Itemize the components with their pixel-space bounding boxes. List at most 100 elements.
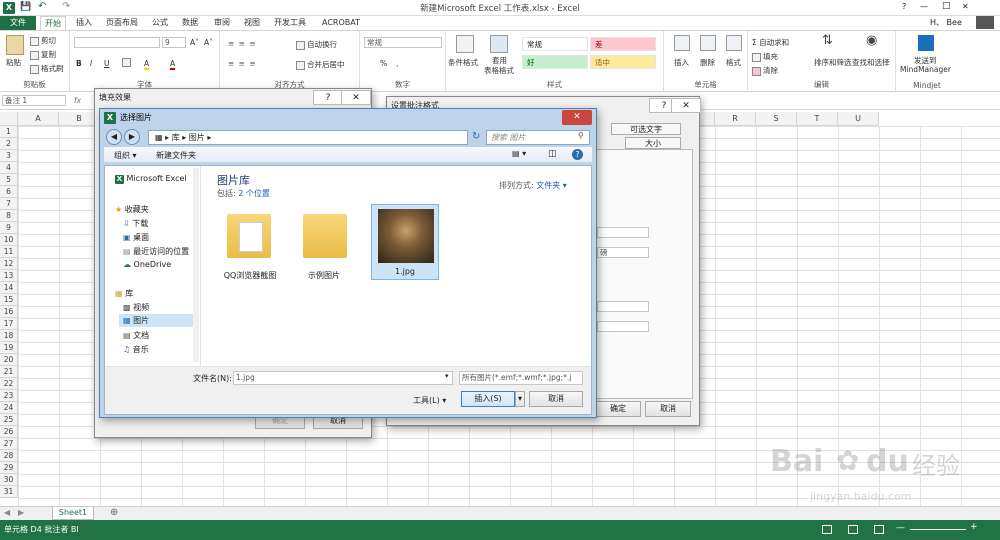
image-item-selected[interactable]: 1.jpg [371, 204, 439, 280]
row-header[interactable]: 21 [0, 366, 18, 378]
style-neutral[interactable]: 适中 [590, 55, 656, 69]
page-layout-icon[interactable] [848, 525, 858, 534]
row-header[interactable]: 29 [0, 462, 18, 474]
grow-font-button[interactable]: A˄ [190, 38, 199, 47]
row-header[interactable]: 18 [0, 330, 18, 342]
tab-insert[interactable]: 插入 [72, 16, 96, 30]
nav-pictures[interactable]: ▦ 图片 [119, 314, 199, 327]
row-header[interactable]: 10 [0, 234, 18, 246]
folder-item[interactable] [225, 210, 273, 264]
row-header[interactable]: 7 [0, 198, 18, 210]
mindmanager-icon[interactable] [918, 35, 934, 51]
tools-button[interactable]: 工具(L) ▾ [413, 395, 446, 406]
locations-link[interactable]: 2 个位置 [238, 189, 270, 198]
user-name[interactable]: H、 Bee [930, 17, 962, 28]
avatar[interactable] [976, 16, 994, 29]
nav-excel[interactable]: X Microsoft Excel [115, 174, 187, 184]
format-comment-ok-button[interactable]: 确定 [595, 401, 641, 417]
row-header[interactable]: 31 [0, 486, 18, 498]
row-header[interactable]: 16 [0, 306, 18, 318]
row-header[interactable]: 23 [0, 390, 18, 402]
nav-music[interactable]: ♫ 音乐 [123, 344, 149, 355]
select-all-corner[interactable] [0, 112, 18, 126]
row-header[interactable]: 27 [0, 438, 18, 450]
line-style-combo[interactable] [597, 227, 649, 238]
column-header[interactable]: U [838, 112, 879, 126]
arrow-end-combo[interactable] [597, 321, 649, 332]
folder-label[interactable]: QQ浏览器截图 [215, 270, 285, 281]
border-button[interactable] [122, 57, 133, 67]
align-left-icons[interactable]: ≡ ≡ ≡ [228, 59, 257, 68]
fill-button[interactable]: 填充 [752, 51, 778, 62]
find-select-button[interactable]: 查找和选择 [852, 57, 890, 68]
merge-center-button[interactable]: 合并后居中 [296, 59, 345, 70]
page-break-icon[interactable] [874, 525, 884, 534]
mindmanager-button[interactable]: MindManager [900, 65, 951, 74]
row-header[interactable]: 19 [0, 342, 18, 354]
close-button[interactable]: ✕ [962, 2, 969, 11]
row-header[interactable]: 14 [0, 282, 18, 294]
help-icon[interactable]: ? [572, 149, 583, 160]
copy-button[interactable]: 复制 [30, 49, 56, 60]
file-type-filter[interactable]: 所有图片(*.emf;*.wmf;*.jpg;*.j [459, 371, 583, 385]
zoom-out-button[interactable]: — [896, 523, 905, 533]
style-good[interactable]: 好 [522, 55, 588, 69]
nav-library[interactable]: ▦ 库 [115, 288, 133, 299]
organize-button[interactable]: 组织 ▾ [114, 150, 137, 161]
tab-page-layout[interactable]: 页面布局 [102, 16, 142, 30]
format-comment-cancel-button[interactable]: 取消 [645, 401, 691, 417]
font-size-combo[interactable]: 9 [162, 37, 186, 48]
delete-cells-button[interactable]: 删除 [700, 57, 715, 68]
tab-home[interactable]: 开始 [40, 16, 66, 30]
search-icon[interactable]: ⚲ [578, 131, 584, 140]
tab-size[interactable]: 大小 [625, 137, 681, 149]
shrink-font-button[interactable]: A˅ [204, 38, 213, 47]
scroll-left-icon[interactable]: ◀ [4, 508, 10, 517]
row-header[interactable]: 13 [0, 270, 18, 282]
column-header[interactable]: R [715, 112, 756, 126]
nav-favorites[interactable]: ★ 收藏夹 [115, 204, 149, 215]
nav-desktop[interactable]: ▣ 桌面 [123, 232, 149, 243]
row-header[interactable]: 17 [0, 318, 18, 330]
row-header[interactable]: 9 [0, 222, 18, 234]
autosum-button[interactable]: Σ 自动求和 [752, 37, 789, 48]
row-header[interactable]: 4 [0, 162, 18, 174]
filename-input[interactable]: 1.jpg [233, 371, 453, 385]
format-comment-close-button[interactable]: ✕ [671, 98, 701, 113]
row-header[interactable]: 24 [0, 402, 18, 414]
insert-cells-button[interactable]: 插入 [674, 57, 689, 68]
normal-view-icon[interactable] [822, 525, 832, 534]
font-name-combo[interactable] [74, 37, 160, 48]
fill-effects-close-button[interactable]: ✕ [341, 90, 371, 105]
select-picture-close-button[interactable]: ✕ [562, 110, 592, 125]
insert-button[interactable]: 插入(S) [461, 391, 515, 407]
row-header[interactable]: 20 [0, 354, 18, 366]
zoom-slider[interactable] [910, 529, 966, 530]
number-format-combo[interactable]: 常规 [364, 37, 442, 48]
tab-file[interactable]: 文件 [0, 16, 36, 30]
tab-view[interactable]: 视图 [240, 16, 264, 30]
nav-scrollbar[interactable] [193, 168, 199, 362]
tab-alt-text[interactable]: 可选文字 [611, 123, 681, 135]
arrow-begin-combo[interactable] [597, 301, 649, 312]
minimize-button[interactable]: — [920, 2, 928, 11]
clear-button[interactable]: 清除 [752, 65, 778, 76]
row-header[interactable]: 1 [0, 126, 18, 138]
row-header[interactable]: 5 [0, 174, 18, 186]
nav-videos[interactable]: ▩ 视频 [123, 302, 149, 313]
nav-downloads[interactable]: ⇩ 下载 [123, 218, 148, 229]
format-cells-icon[interactable] [726, 35, 742, 51]
tab-formulas[interactable]: 公式 [148, 16, 172, 30]
sheet-tab-sheet1[interactable]: Sheet1 [52, 507, 94, 520]
view-options-icon[interactable]: ▤ ▾ [512, 149, 526, 158]
conditional-format-button[interactable]: 条件格式 [448, 57, 478, 68]
nav-recent[interactable]: ▤ 最近访问的位置 [123, 246, 189, 257]
row-header[interactable]: 28 [0, 450, 18, 462]
row-header[interactable]: 26 [0, 426, 18, 438]
preview-pane-icon[interactable]: ◫ [548, 149, 557, 159]
align-top-icons[interactable]: ≡ ≡ ≡ [228, 39, 257, 48]
line-weight-field[interactable]: 磅 [597, 247, 649, 258]
binoculars-icon[interactable]: ◉ [866, 33, 877, 48]
fx-button[interactable]: fx [74, 96, 81, 105]
filename-dropdown-icon[interactable]: ▾ [445, 372, 449, 380]
